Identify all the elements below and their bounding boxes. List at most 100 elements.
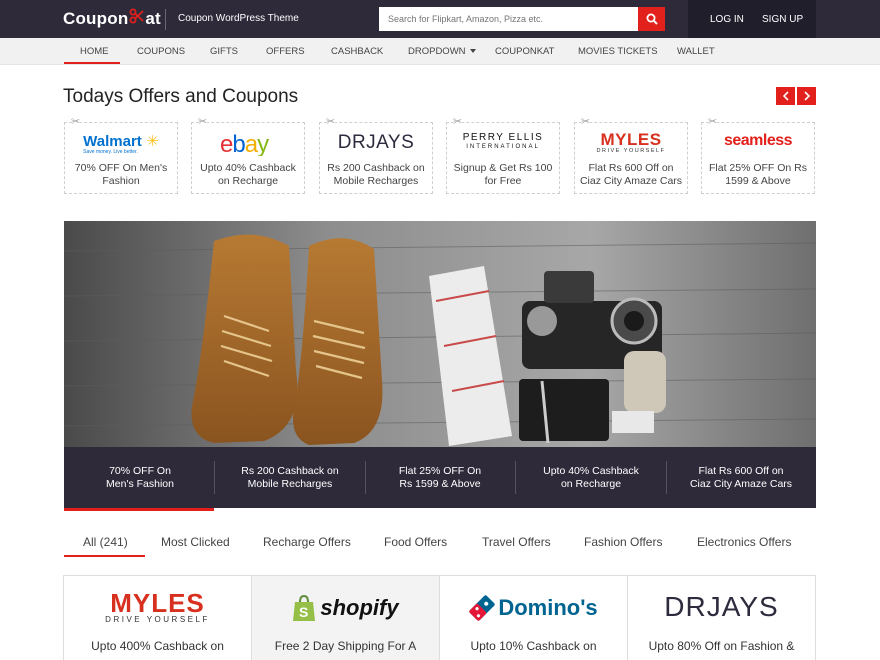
hero-banner-image[interactable] [64, 221, 816, 447]
store-offer-description: Upto 400% Cashback on [91, 639, 224, 653]
nav-coupons[interactable]: COUPONS [137, 46, 185, 57]
tab-fashion-offers[interactable]: Fashion Offers [584, 535, 662, 549]
scissors-icon: ✂ [581, 116, 591, 128]
offer-card-drjays[interactable]: ✂ DRJAYS Rs 200 Cashback on Mobile Recha… [319, 116, 433, 194]
store-logo-drjays: DRJAYS [628, 591, 815, 625]
brand-name: MYLES [600, 130, 662, 149]
offer-card-ebay[interactable]: ✂ ebay Upto 40% Cashback on Recharge [191, 116, 305, 194]
offer-description: Flat 25% OFF On Rs 1599 & Above [708, 162, 808, 187]
slider-tab[interactable]: Upto 40% Cashback on Recharge [516, 447, 666, 508]
store-card-drjays[interactable]: DRJAYS Upto 80% Off on Fashion & [628, 576, 816, 660]
search-input[interactable] [379, 7, 638, 31]
nav-cashback[interactable]: CASHBACK [331, 46, 383, 57]
search-button[interactable] [638, 7, 665, 31]
brand-tagline: DRIVE YOURSELF [596, 148, 666, 154]
nav-dropdown-label: DROPDOWN [408, 46, 466, 57]
store-brand-name: shopify [320, 595, 399, 620]
store-card-shopify[interactable]: S shopify Free 2 Day Shipping For A [252, 576, 440, 660]
section-title: Todays Offers and Coupons [63, 86, 299, 107]
logo-divider [165, 9, 166, 30]
domino-tile-icon [469, 595, 495, 621]
tab-food-offers[interactable]: Food Offers [384, 535, 447, 549]
offer-description: 70% OFF On Men's Fashion [74, 162, 168, 187]
offer-card-seamless[interactable]: ✂ seamless Flat 25% OFF On Rs 1599 & Abo… [701, 116, 815, 194]
nav-wallet[interactable]: WALLET [677, 46, 715, 57]
brand-logo-ebay: ebay [192, 131, 304, 158]
store-logo-shopify: S shopify [252, 591, 439, 625]
logo-text-left: Coupon [63, 8, 129, 28]
nav-movies-tickets[interactable]: MOVIES TICKETS [578, 46, 658, 57]
nav-offers[interactable]: OFFERS [266, 46, 305, 57]
logo-text-right: at [145, 8, 161, 28]
scissors-icon: ✂ [453, 116, 463, 128]
auth-panel: LOG IN SIGN UP [688, 0, 816, 38]
offer-card-walmart[interactable]: ✂ Walmart ✳ Save money. Live better. 70%… [64, 116, 178, 194]
tab-electronics-offers[interactable]: Electronics Offers [697, 535, 791, 549]
slider-tab[interactable]: Flat 25% OFF On Rs 1599 & Above [365, 447, 515, 508]
svg-text:ebay: ebay [220, 132, 269, 156]
offer-description: Signup & Get Rs 100 for Free [453, 162, 553, 187]
top-header: Coupon at Coupon WordPress Theme LOG IN … [0, 0, 880, 38]
brand-tagline: INTERNATIONAL [466, 144, 540, 150]
offer-card-myles[interactable]: ✂ MYLES DRIVE YOURSELF Flat Rs 600 Off o… [574, 116, 688, 194]
brand-logo-perry-ellis: PERRY ELLIS INTERNATIONAL [447, 132, 559, 154]
brand-logo-drjays: DRJAYS [320, 132, 432, 154]
store-grid: MYLES DRIVE YOURSELF Upto 400% Cashback … [63, 575, 816, 660]
slider-active-indicator [64, 508, 214, 511]
nav-active-indicator [64, 62, 120, 64]
tab-recharge-offers[interactable]: Recharge Offers [263, 535, 351, 549]
store-offer-description: Upto 10% Cashback on [470, 639, 597, 653]
search-icon [646, 13, 658, 25]
store-logo-myles: MYLES DRIVE YOURSELF [64, 588, 251, 625]
nav-gifts[interactable]: GIFTS [210, 46, 238, 57]
store-brand-name: Domino's [498, 595, 598, 620]
scissors-icon: ✂ [326, 116, 336, 128]
slider-tab-label: Flat Rs 600 Off on Ciaz City Amaze Cars [689, 465, 793, 490]
site-tagline: Coupon WordPress Theme [178, 13, 299, 24]
scissors-icon: ✂ [708, 116, 718, 128]
chevron-left-icon [782, 91, 789, 101]
tab-most-clicked[interactable]: Most Clicked [161, 535, 230, 549]
slider-tab[interactable]: Rs 200 Cashback on Mobile Recharges [215, 447, 365, 508]
next-arrow-button[interactable] [797, 87, 816, 105]
offer-description: Upto 40% Cashback on Recharge [200, 162, 296, 187]
nav-couponkat[interactable]: COUPONKAT [495, 46, 554, 57]
shopping-bag-icon: S [293, 594, 316, 621]
signup-link[interactable]: SIGN UP [762, 14, 803, 25]
brand-name: DRJAYS [337, 132, 415, 153]
scissors-icon: ✂ [71, 116, 81, 128]
slider-tab-label: Upto 40% Cashback on Recharge [543, 465, 639, 490]
slider-tab[interactable]: 70% OFF On Men's Fashion [65, 447, 215, 508]
site-logo[interactable]: Coupon at [63, 8, 161, 29]
offer-card-perry-ellis[interactable]: ✂ PERRY ELLIS INTERNATIONAL Signup & Get… [446, 116, 560, 194]
slider-tabs: 70% OFF On Men's Fashion Rs 200 Cashback… [64, 447, 816, 508]
prev-arrow-button[interactable] [776, 87, 795, 105]
tab-all[interactable]: All (241) [83, 535, 128, 549]
nav-home[interactable]: HOME [80, 46, 109, 57]
category-active-indicator [64, 555, 145, 557]
svg-text:S: S [299, 604, 308, 620]
nav-dropdown[interactable]: DROPDOWN [408, 46, 476, 57]
store-brand-name: MYLES [110, 588, 205, 618]
slider-tab-label: Rs 200 Cashback on Mobile Recharges [241, 465, 339, 490]
tab-travel-offers[interactable]: Travel Offers [482, 535, 551, 549]
main-nav: HOME COUPONS GIFTS OFFERS CASHBACK DROPD… [0, 38, 880, 65]
store-brand-tagline: DRIVE YOURSELF [105, 615, 210, 624]
store-card-myles[interactable]: MYLES DRIVE YOURSELF Upto 400% Cashback … [64, 576, 252, 660]
store-logo-dominos: Domino's [440, 591, 627, 625]
store-card-dominos[interactable]: Domino's Upto 10% Cashback on [440, 576, 628, 660]
caret-down-icon [469, 49, 476, 54]
banner-photo [64, 221, 816, 447]
brand-logo-myles: MYLES DRIVE YOURSELF [575, 130, 687, 154]
brand-name: Walmart [83, 133, 142, 150]
spark-icon: ✳ [146, 133, 159, 150]
scissors-icon: ✂ [198, 116, 208, 128]
slider-tab-label: Flat 25% OFF On Rs 1599 & Above [398, 465, 482, 490]
ebay-logo-icon: ebay [220, 131, 270, 158]
store-offer-description: Upto 80% Off on Fashion & [648, 639, 795, 653]
login-link[interactable]: LOG IN [710, 14, 744, 25]
brand-name: seamless [723, 132, 793, 149]
brand-logo-seamless: seamless [702, 132, 814, 154]
slider-tab[interactable]: Flat Rs 600 Off on Ciaz City Amaze Cars [666, 447, 816, 508]
chevron-right-icon [803, 91, 810, 101]
